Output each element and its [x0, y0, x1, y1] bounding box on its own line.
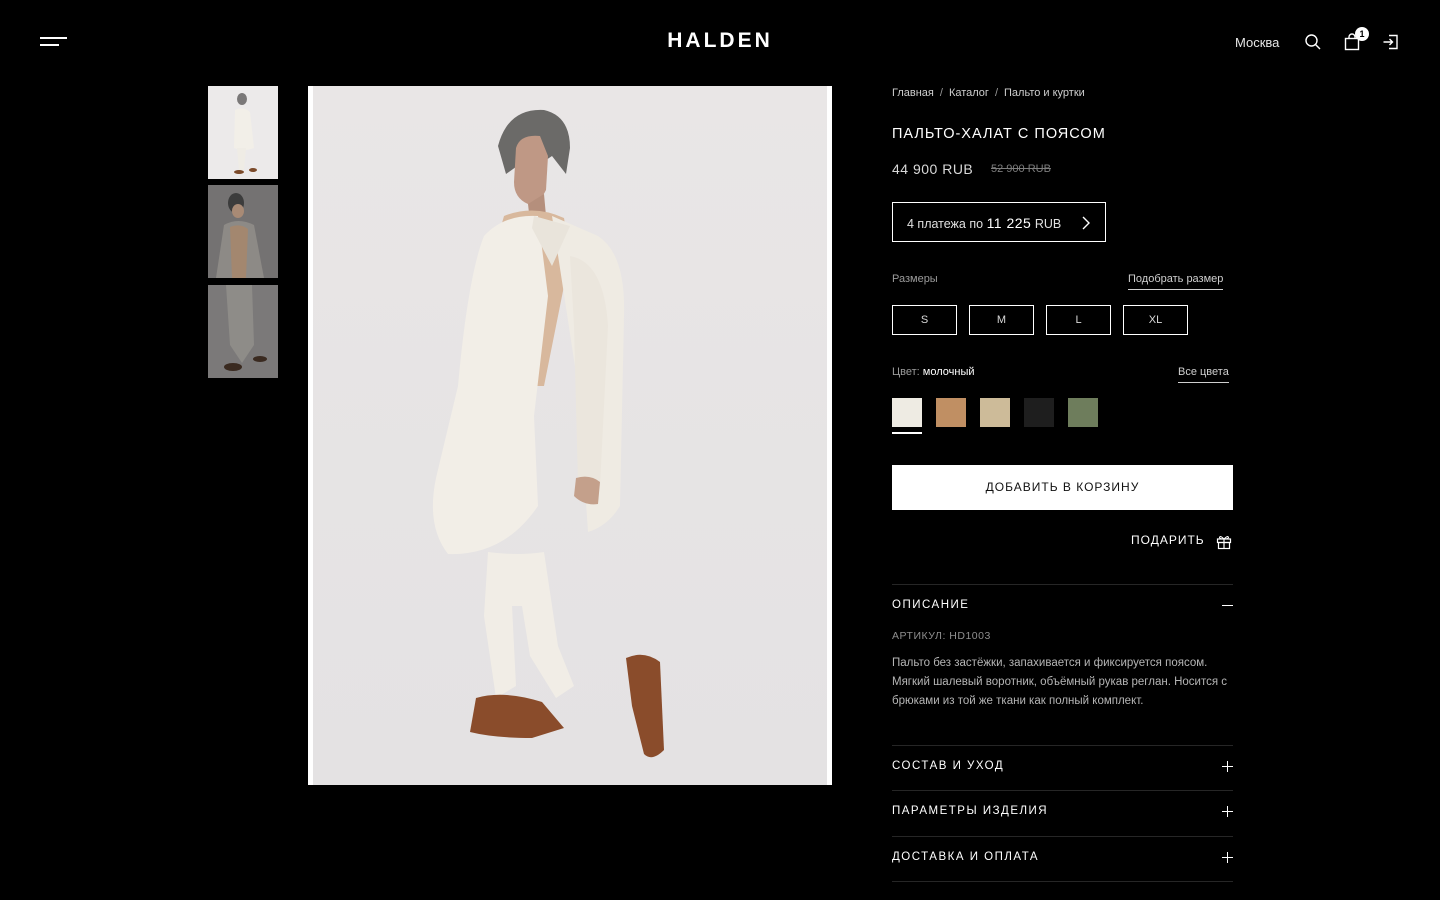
accordion-composition-title: СОСТАВ И УХОД — [892, 760, 1005, 772]
site-header: HALDEN Москва 1 — [0, 0, 1440, 84]
menu-icon[interactable] — [40, 37, 67, 49]
installment-currency: RUB — [1034, 217, 1062, 231]
accordion-description-title: ОПИСАНИЕ — [892, 599, 970, 611]
size-option-xl[interactable]: XL — [1123, 305, 1188, 335]
size-option-l[interactable]: L — [1046, 305, 1111, 335]
divider — [892, 790, 1233, 791]
gallery-thumb-2[interactable] — [208, 185, 278, 278]
logo[interactable]: HALDEN — [667, 29, 773, 52]
divider — [892, 584, 1233, 585]
plus-icon — [1222, 852, 1233, 863]
color-swatch-black[interactable] — [1024, 398, 1054, 427]
product-title: ПАЛЬТО-ХАЛАТ С ПОЯСОМ — [892, 126, 1106, 142]
color-swatch-sand[interactable] — [980, 398, 1010, 427]
product-old-price: 52 900 RUB — [991, 163, 1051, 175]
color-swatch-milk[interactable] — [892, 398, 922, 434]
sizes-label: Размеры — [892, 273, 938, 285]
divider — [892, 881, 1233, 882]
color-value: молочный — [922, 366, 975, 378]
accordion-parameters[interactable]: ПАРАМЕТРЫ ИЗДЕЛИЯ — [892, 803, 1233, 823]
gallery-thumb-3[interactable] — [208, 285, 278, 378]
installment-prefix: 4 платежа по — [907, 217, 984, 231]
size-guide-link[interactable]: Подобрать размер — [1128, 273, 1224, 290]
chevron-right-icon — [1081, 216, 1091, 233]
installment-button[interactable]: 4 платежа по 11 225 RUB — [892, 202, 1106, 242]
product-description: Пальто без застёжки, запахивается и фикс… — [892, 657, 1228, 707]
color-swatch-camel[interactable] — [936, 398, 966, 427]
divider — [892, 745, 1233, 746]
breadcrumb-catalog[interactable]: Каталог — [949, 87, 989, 99]
cart-count-badge: 1 — [1355, 27, 1369, 41]
breadcrumb-coats[interactable]: Пальто и куртки — [1004, 87, 1085, 99]
product-price: 44 900 RUB — [892, 161, 974, 177]
add-to-cart-button[interactable]: ДОБАВИТЬ В КОРЗИНУ — [892, 465, 1233, 510]
plus-icon — [1222, 806, 1233, 817]
product-sku: АРТИКУЛ: HD1003 — [892, 630, 991, 642]
breadcrumb-home[interactable]: Главная — [892, 87, 934, 99]
accordion-delivery-title: ДОСТАВКА И ОПЛАТА — [892, 851, 1040, 863]
color-swatch-olive[interactable] — [1068, 398, 1098, 427]
gift-button[interactable]: ПОДАРИТЬ — [1131, 533, 1205, 547]
size-option-s[interactable]: S — [892, 305, 957, 335]
accordion-composition[interactable]: СОСТАВ И УХОД — [892, 758, 1233, 778]
accordion-description[interactable]: ОПИСАНИЕ — [892, 597, 1233, 617]
product-main-image[interactable] — [308, 86, 832, 785]
color-label: Цвет: молочный — [892, 366, 975, 378]
accordion-parameters-title: ПАРАМЕТРЫ ИЗДЕЛИЯ — [892, 805, 1049, 817]
search-icon[interactable] — [1304, 33, 1322, 51]
breadcrumb: Главная / Каталог / Пальто и куртки — [892, 87, 1085, 99]
divider — [892, 836, 1233, 837]
gift-icon[interactable] — [1216, 534, 1232, 555]
gallery-thumb-1[interactable] — [208, 86, 278, 179]
login-icon[interactable] — [1382, 33, 1400, 51]
accordion-delivery[interactable]: ДОСТАВКА И ОПЛАТА — [892, 849, 1233, 869]
city-selector[interactable]: Москва — [1235, 35, 1279, 50]
all-colors-link[interactable]: Все цвета — [1178, 366, 1229, 383]
plus-icon — [1222, 761, 1233, 772]
minus-icon — [1222, 600, 1233, 611]
installment-amount: 11 225 — [986, 215, 1032, 231]
size-option-m[interactable]: M — [969, 305, 1034, 335]
